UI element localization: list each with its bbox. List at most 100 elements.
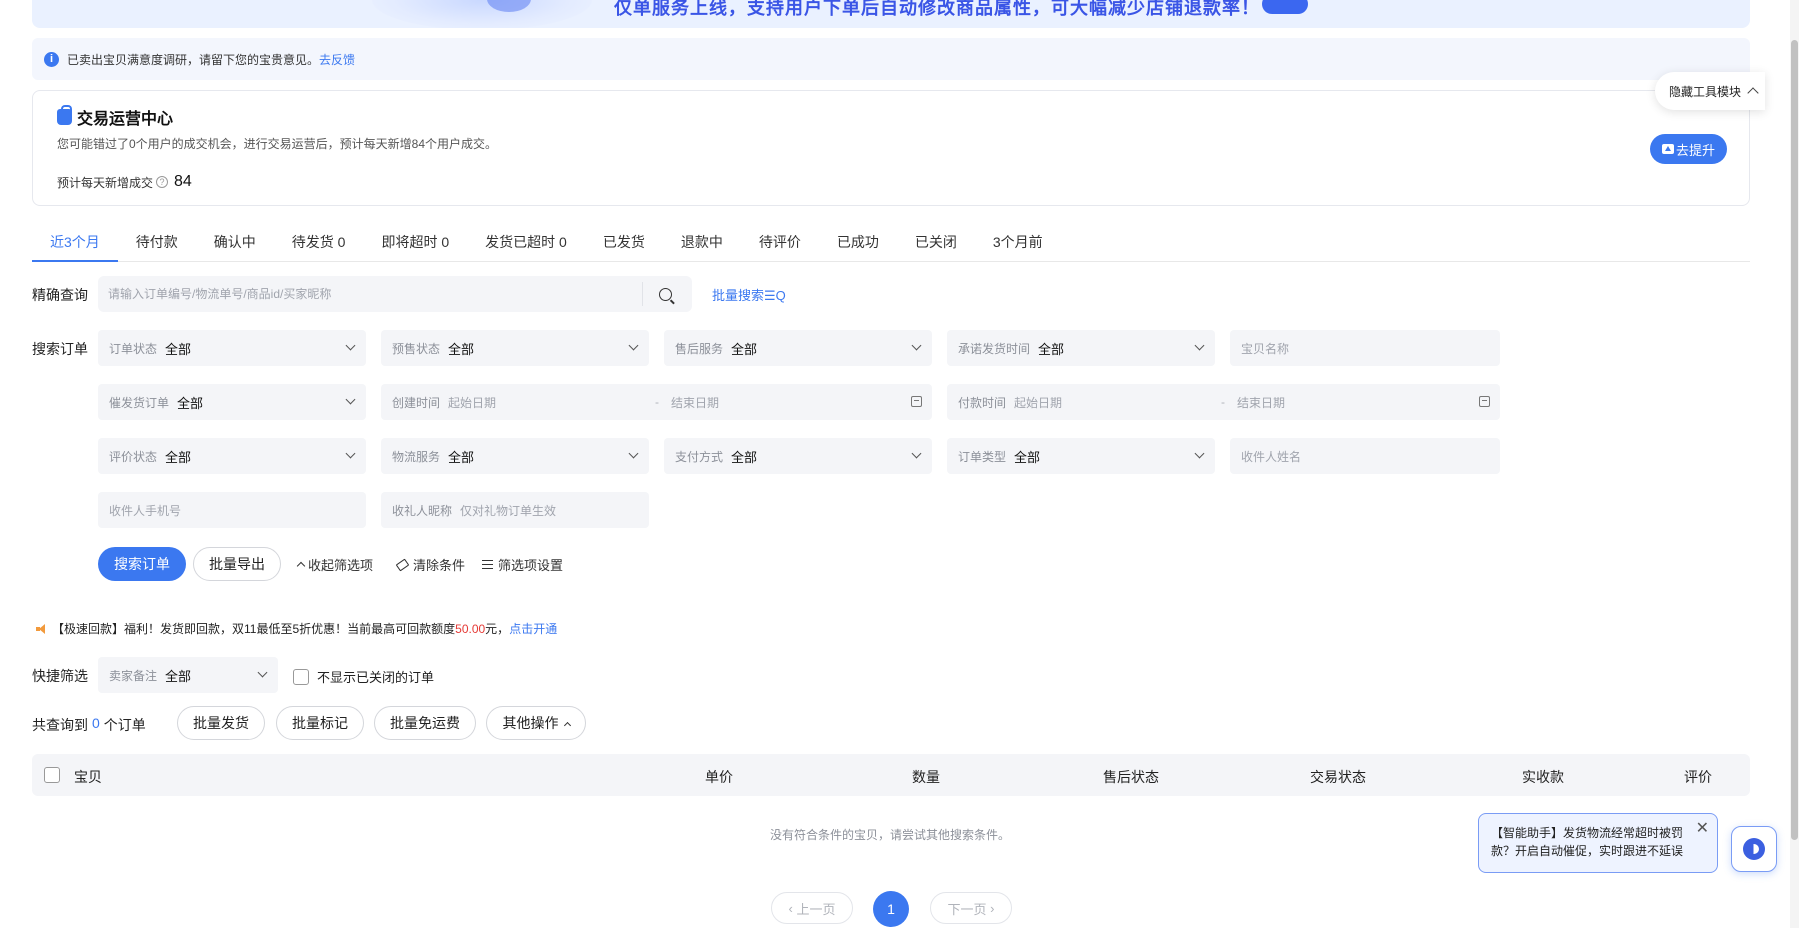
create-time-end[interactable]: 结束日期 [671,394,719,411]
banner-button[interactable] [1262,0,1308,14]
tab-to-ship[interactable]: 待发货 0 [274,224,364,262]
order-status-select[interactable]: 订单状态 全部 [98,330,366,366]
result-count: 共查询到 0 个订单 [32,715,146,735]
urge-ship-value: 全部 [177,395,204,411]
page-number-current[interactable]: 1 [873,891,909,927]
after-sale-label: 售后服务 [675,341,724,356]
hide-closed-checkbox[interactable] [293,668,309,685]
improve-button[interactable]: 去提升 [1650,134,1727,164]
search-orders-button[interactable]: 搜索订单 [98,547,186,581]
chevron-down-icon [345,394,356,405]
tab-about-to-timeout[interactable]: 即将超时 0 [363,224,467,262]
gift-nick-input[interactable]: 收礼人昵称 仅对礼物订单生效 [381,492,649,528]
ops-title: 交易运营中心 [57,105,173,129]
speaker-icon [36,623,48,634]
promo-suffix: 元， [485,622,510,636]
caret-up-icon [296,561,306,571]
tab-to-review[interactable]: 待评价 [741,224,819,262]
tab-refunding[interactable]: 退款中 [663,224,741,262]
range-separator: - [1221,395,1226,409]
feedback-link[interactable]: 去反馈 [319,51,355,68]
column-received-amount: 实收款 [1522,769,1564,785]
presale-status-value: 全部 [448,341,475,357]
promo-activate-link[interactable]: 点击开通 [509,620,557,637]
order-status-value: 全部 [165,341,192,357]
batch-export-button[interactable]: 批量导出 [193,547,281,581]
batch-free-shipping-button[interactable]: 批量免运费 [374,706,476,740]
promise-ship-select[interactable]: 承诺发货时间 全部 [947,330,1215,366]
order-type-select[interactable]: 订单类型 全部 [947,438,1215,474]
banner-decoration [372,0,592,28]
presale-status-label: 预售状态 [392,341,441,356]
chevron-left-icon: ‹ [788,900,797,916]
ops-title-text: 交易运营中心 [77,111,174,128]
hide-closed-option[interactable]: 不显示已关闭的订单 [293,667,434,686]
order-type-label: 订单类型 [958,449,1007,464]
chevron-up-icon [1747,87,1759,99]
search-icon[interactable] [659,287,672,301]
other-actions-label: 其他操作 [502,715,559,731]
filter-settings-button[interactable]: 筛选项设置 [482,555,563,574]
assistant-bot-button[interactable] [1731,826,1777,872]
create-time-range[interactable]: 创建时间 起始日期 - 结束日期 [381,384,932,420]
other-actions-button[interactable]: 其他操作 [486,706,586,740]
pay-method-select[interactable]: 支付方式 全部 [664,438,932,474]
select-all-checkbox[interactable] [44,767,60,783]
batch-ship-button[interactable]: 批量发货 [177,706,265,740]
urge-ship-select[interactable]: 催发货订单 全部 [98,384,366,420]
chevron-down-icon [345,340,356,351]
tab-recent-3-months[interactable]: 近3个月 [32,224,118,262]
hide-tools-label: 隐藏工具模块 [1669,84,1742,99]
close-icon[interactable]: ✕ [1696,820,1709,838]
presale-status-select[interactable]: 预售状态 全部 [381,330,649,366]
seller-note-label: 卖家备注 [109,668,158,683]
result-count-value: 0 [92,715,100,731]
prev-page-button[interactable]: ‹ 上一页 [771,892,853,924]
tab-pending-payment[interactable]: 待付款 [118,224,196,262]
batch-search-link[interactable]: 批量搜索☰Q [712,285,786,304]
review-status-select[interactable]: 评价状态 全部 [98,438,366,474]
ops-stat-value: 84 [174,173,192,190]
gift-nick-placeholder: 仅对礼物订单生效 [460,503,557,518]
column-item: 宝贝 [74,769,102,785]
pay-time-end[interactable]: 结束日期 [1237,394,1285,411]
review-status-label: 评价状态 [109,449,158,464]
hide-tools-toggle[interactable]: 隐藏工具模块 [1655,72,1765,110]
search-orders-label: 搜索订单 [32,341,88,357]
pay-time-range[interactable]: 付款时间 起始日期 - 结束日期 [947,384,1500,420]
help-icon[interactable]: ? [156,176,169,188]
pay-time-start[interactable]: 起始日期 [1014,394,1209,411]
precise-search-input[interactable] [98,276,642,312]
tab-confirming[interactable]: 确认中 [196,224,274,262]
quick-filter-label: 快捷筛选 [32,668,88,684]
tab-3-months-ago[interactable]: 3个月前 [975,224,1061,262]
tab-ship-timeout[interactable]: 发货已超时 0 [467,224,585,262]
item-name-input[interactable]: 宝贝名称 [1230,330,1500,366]
scrollbar-thumb[interactable] [1791,40,1798,840]
result-count-suffix: 个订单 [103,717,146,733]
precise-search-label: 精确查询 [32,287,88,303]
trade-operations-card: 交易运营中心 您可能错过了0个用户的成交机会，进行交易运营后，预计每天新增84个… [32,90,1750,206]
receiver-name-input[interactable]: 收件人姓名 [1230,438,1500,474]
next-page-button[interactable]: 下一页 › [930,892,1012,924]
after-sale-select[interactable]: 售后服务 全部 [664,330,932,366]
top-banner[interactable]: 仅单服务上线，支持用户下单后自动修改商品属性，可大幅减少店铺退款率！ [32,0,1750,28]
table-header: 宝贝 单价 数量 售后状态 交易状态 实收款 评价 [32,754,1750,796]
collapse-filters-label: 收起筛选项 [308,558,374,573]
batch-mark-button[interactable]: 批量标记 [276,706,364,740]
clear-conditions-button[interactable]: 清除条件 [395,555,465,574]
tab-closed[interactable]: 已关闭 [897,224,975,262]
collapse-filters-button[interactable]: 收起筛选项 [296,555,374,574]
chevron-down-icon [628,340,639,351]
tab-shipped[interactable]: 已发货 [585,224,663,262]
logistics-select[interactable]: 物流服务 全部 [381,438,649,474]
chevron-down-icon [628,448,639,459]
create-time-start[interactable]: 起始日期 [448,394,643,411]
smart-assistant-tip[interactable]: 【智能助手】发货物流经常超时被罚款？开启自动催促，实时跟进不延误 ✕ [1478,813,1718,873]
receiver-phone-input[interactable]: 收件人手机号 [98,492,366,528]
tab-succeeded[interactable]: 已成功 [819,224,897,262]
fast-payback-promo: 【极速回款】福利！发货即回款，双11最低至5折优惠！当前最高可回款额度 50.0… [36,620,557,637]
seller-note-select[interactable]: 卖家备注 全部 [98,657,278,693]
column-unit-price: 单价 [705,769,733,785]
assistant-bot-icon [1743,838,1765,860]
